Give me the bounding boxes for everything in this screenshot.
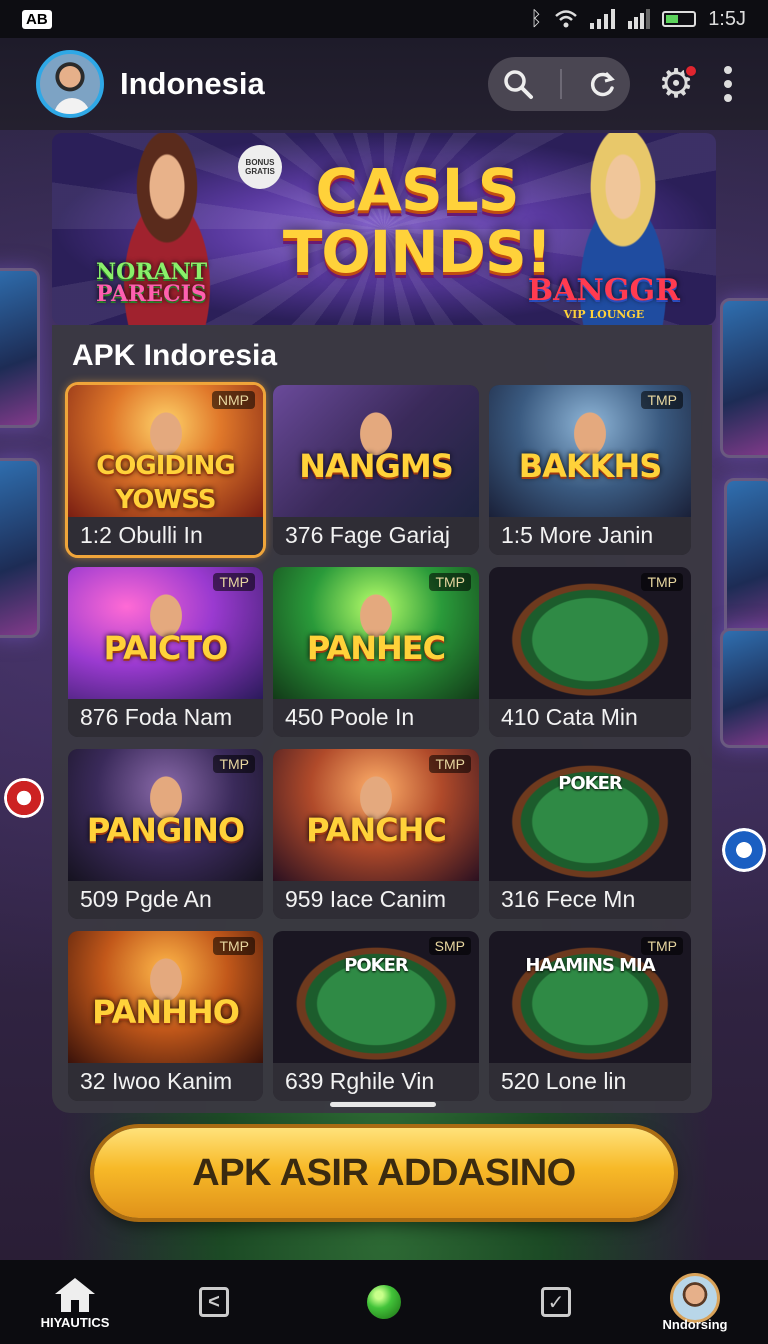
banner-tag-left: NORANT PARECIS xyxy=(96,259,208,307)
battery-icon xyxy=(662,11,697,27)
refresh-icon[interactable] xyxy=(587,69,617,99)
bluetooth-icon: ᛒ xyxy=(530,7,543,30)
game-caption: 316 Fece Mn xyxy=(489,881,691,919)
promo-banner[interactable]: BONUS GRATIS CASLS TOINDS! NORANT PARECI… xyxy=(52,133,716,325)
search-pill xyxy=(488,57,631,111)
signal-icon xyxy=(590,9,616,29)
game-title: POKER xyxy=(344,955,409,976)
game-badge: TMP xyxy=(429,755,471,773)
game-card[interactable]: TMP PANHEC 450 Poole In xyxy=(273,567,479,737)
slot-machine-right-3 xyxy=(720,628,768,748)
game-caption: 639 Rghile Vin xyxy=(273,1063,479,1101)
game-caption: 876 Foda Nam xyxy=(68,699,263,737)
game-title: HAAMINS MIA xyxy=(525,955,655,976)
download-apk-button[interactable]: APK ASIR ADDASINO xyxy=(94,1128,674,1218)
game-card[interactable]: NANGMS 376 Fage Gariaj xyxy=(273,385,479,555)
game-title: PANCHC xyxy=(306,811,447,849)
game-caption: 1:5 More Janin xyxy=(489,517,691,555)
game-caption: 520 Lone lin xyxy=(489,1063,691,1101)
banner-headline: CASLS TOINDS! xyxy=(282,156,552,286)
slot-machine-left-2 xyxy=(0,458,40,638)
avatar[interactable] xyxy=(36,50,104,118)
game-badge: TMP xyxy=(213,937,255,955)
game-title: PAICTO xyxy=(103,629,229,667)
game-badge: TMP xyxy=(429,573,471,591)
game-card[interactable]: TMP HAAMINS MIA 520 Lone lin xyxy=(489,931,691,1101)
game-badge: TMP xyxy=(641,391,683,409)
home-icon xyxy=(55,1278,95,1312)
notification-dot xyxy=(684,64,698,78)
slot-machine-left xyxy=(0,268,40,428)
banner-tag-right: BANGGR VIP LOUNGE xyxy=(527,273,680,321)
game-card[interactable]: TMP PANCHC 959 Iace Canim xyxy=(273,749,479,919)
game-caption: 509 Pgde An xyxy=(68,881,263,919)
game-caption: 32 Iwoo Kanim xyxy=(68,1063,263,1101)
game-card[interactable]: TMP PAICTO 876 Foda Nam xyxy=(68,567,263,737)
gear-icon[interactable]: ⚙ xyxy=(658,64,698,104)
slot-machine-right-2 xyxy=(724,478,768,648)
game-grid: NMP COGIDING YOWSS 1:2 Obulli In NANGMS 376 … xyxy=(65,382,691,1101)
game-card[interactable]: TMP 410 Cata Min xyxy=(489,567,691,737)
game-card[interactable]: TMP PANGINO 509 Pgde An xyxy=(68,749,263,919)
game-title: PANHHO xyxy=(92,993,240,1031)
game-title: PANGINO xyxy=(86,811,245,849)
nav-home-label: HIYAUTICS xyxy=(40,1315,110,1330)
orb-icon xyxy=(367,1285,401,1319)
avatar xyxy=(670,1272,720,1323)
game-badge: TMP xyxy=(213,573,255,591)
kebab-menu-icon[interactable] xyxy=(724,66,732,102)
divider xyxy=(560,69,563,99)
clock: 1:5J xyxy=(708,7,746,30)
nav-profile-label: Nndorsing xyxy=(662,1316,728,1332)
status-bar: AB ᛒ 1:5J xyxy=(0,0,768,38)
game-caption: 959 Iace Canim xyxy=(273,881,479,919)
game-badge: TMP xyxy=(213,755,255,773)
scroll-indicator[interactable] xyxy=(330,1102,436,1107)
nav-profile[interactable]: Nndorsing xyxy=(660,1260,730,1344)
nav-back[interactable]: < xyxy=(194,1260,234,1344)
chip-stack xyxy=(4,778,44,818)
nav-center-orb[interactable] xyxy=(366,1260,402,1344)
section-title: APK Indoresia xyxy=(72,339,278,372)
search-icon[interactable] xyxy=(501,67,535,101)
wifi-icon xyxy=(555,10,578,28)
bottom-nav: HIYAUTICS < ✓ Nndorsing xyxy=(0,1260,768,1344)
game-caption: 450 Poole In xyxy=(273,699,479,737)
game-badge: TMP xyxy=(641,573,683,591)
game-card[interactable]: NMP COGIDING YOWSS 1:2 Obulli In xyxy=(65,382,266,558)
signal-icon xyxy=(628,9,651,29)
nav-tasks[interactable]: ✓ xyxy=(536,1260,576,1344)
game-card[interactable]: TMP PANHHO 32 Iwoo Kanim xyxy=(68,931,263,1101)
back-icon: < xyxy=(199,1287,229,1317)
chip-stack xyxy=(722,828,766,872)
game-caption: 376 Fage Gariaj xyxy=(273,517,479,555)
game-card[interactable]: POKER 316 Fece Mn xyxy=(489,749,691,919)
page-title: Indonesia xyxy=(120,66,265,101)
game-caption: 1:2 Obulli In xyxy=(68,517,263,555)
nav-home[interactable]: HIYAUTICS xyxy=(40,1260,110,1344)
game-badge: NMP xyxy=(211,391,255,409)
game-title: COGIDING YOWSS xyxy=(96,451,236,515)
checkbox-icon: ✓ xyxy=(541,1287,571,1317)
games-panel: APK Indoresia NMP COGIDING YOWSS 1:2 Obull… xyxy=(52,325,712,1113)
slot-machine-right xyxy=(720,298,768,458)
game-title: POKER xyxy=(558,773,623,794)
app-header: Indonesia ⚙ xyxy=(0,38,768,130)
game-title: NANGMS xyxy=(299,447,453,485)
game-caption: 410 Cata Min xyxy=(489,699,691,737)
game-title: PANHEC xyxy=(306,629,446,667)
app-badge: AB xyxy=(22,9,52,29)
game-card[interactable]: SMP POKER 639 Rghile Vin xyxy=(273,931,479,1101)
game-title: BAKKHS xyxy=(518,447,663,485)
game-card[interactable]: TMP BAKKHS 1:5 More Janin xyxy=(489,385,691,555)
